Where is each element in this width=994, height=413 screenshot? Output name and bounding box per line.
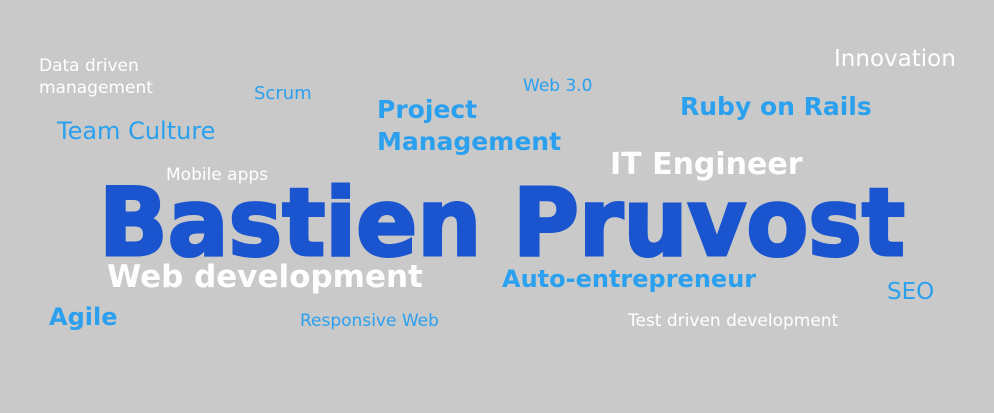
keyword-ruby-on-rails: Ruby on Rails <box>680 92 872 121</box>
name-title-graphic: Bastien Pruvost <box>98 170 907 265</box>
name-title: Bastien Pruvost <box>96 170 908 265</box>
keyword-project-management: Project Management <box>377 95 562 156</box>
keyword-web-3-0: Web 3.0 <box>523 76 593 96</box>
keyword-responsive-web: Responsive Web <box>300 311 439 331</box>
keyword-agile: Agile <box>49 303 118 331</box>
keyword-scrum: Scrum <box>254 83 312 104</box>
keyword-test-driven-development: Test driven development <box>628 311 839 331</box>
keyword-seo: SEO <box>887 279 935 305</box>
keyword-data-driven-management: Data driven management <box>39 56 153 98</box>
keyword-auto-entrepreneur: Auto-entrepreneur <box>502 265 757 293</box>
keyword-web-development: Web development <box>107 259 423 295</box>
keyword-team-culture: Team Culture <box>57 117 216 145</box>
keyword-innovation: Innovation <box>834 46 956 72</box>
name-title-text: Bastien Pruvost <box>99 170 905 265</box>
keyword-cloud-banner: Data driven management Scrum Project Man… <box>0 0 994 413</box>
